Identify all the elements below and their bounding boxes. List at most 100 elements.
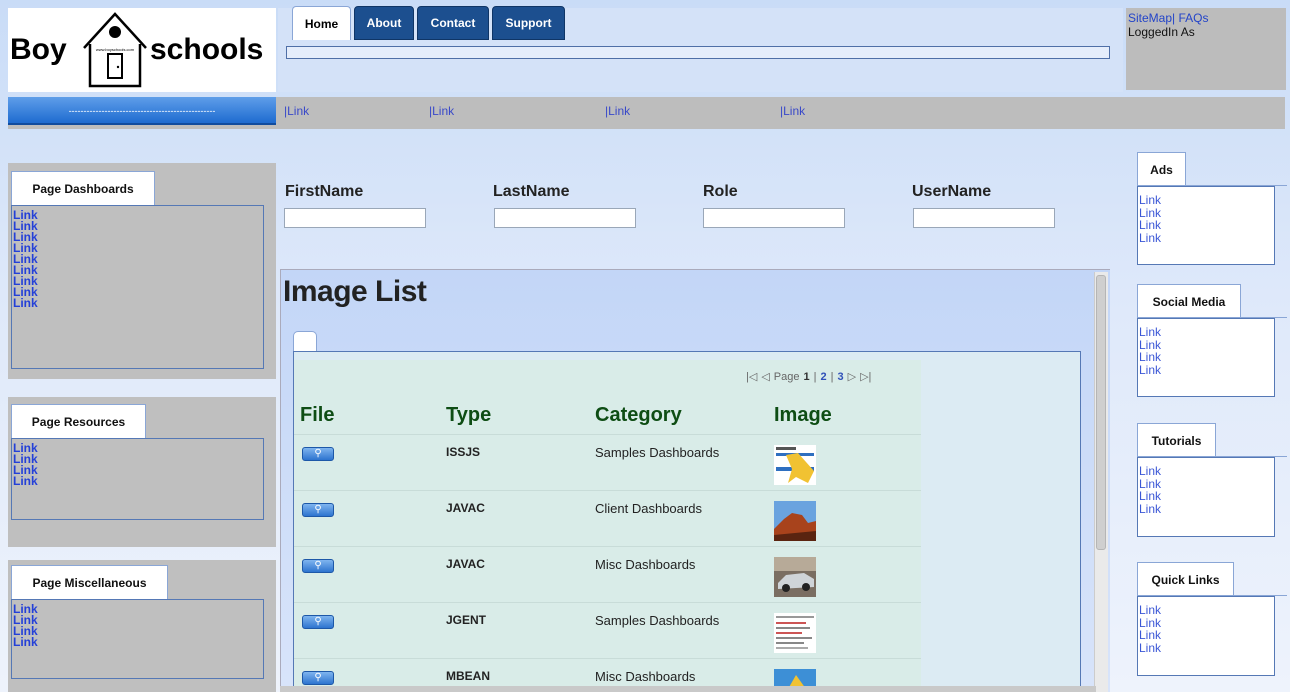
panel-title-miscellaneous[interactable]: Page Miscellaneous [11,565,168,599]
faqs-link[interactable]: FAQs [1178,11,1208,25]
panel-title-social-media[interactable]: Social Media [1137,284,1241,318]
miscellaneous-link-list: Link Link Link Link [11,599,264,679]
first-page-icon[interactable]: |◁ [746,371,757,383]
username-input[interactable] [913,208,1055,228]
bar-link-1[interactable]: |Link [284,104,309,118]
dashboards-link[interactable]: Link [13,220,263,232]
firstname-input[interactable] [284,208,426,228]
dashboards-link[interactable]: Link [13,286,263,298]
prev-page-icon[interactable]: ◁ [761,371,769,383]
panel-title-quick-links[interactable]: Quick Links [1137,562,1234,596]
row-type: MBEAN [446,669,490,683]
resources-link[interactable]: Link [13,475,263,487]
dashboards-link[interactable]: Link [13,231,263,243]
social-media-link-list: Link Link Link Link [1137,318,1275,397]
schoolhouse-icon: www.boyschools.com [83,12,147,88]
social-media-link[interactable]: Link [1139,363,1274,377]
view-file-button[interactable]: ⚲ [302,447,334,461]
tutorials-link[interactable]: Link [1139,502,1274,516]
table-row: ⚲ MBEAN Misc Dashboards [294,658,921,689]
secondary-link-bar: ----------------------------------------… [8,97,1285,129]
firstname-label: FirstName [285,183,364,200]
lastname-input[interactable] [494,208,636,228]
miscellaneous-link[interactable]: Link [13,614,263,626]
bar-link-2[interactable]: |Link [429,104,454,118]
row-thumbnail[interactable] [774,557,816,597]
miscellaneous-link[interactable]: Link [13,636,263,648]
miscellaneous-link[interactable]: Link [13,603,263,615]
logo-tiny-text: www.boyschools.com [96,47,135,52]
panel-title-tutorials[interactable]: Tutorials [1137,423,1216,457]
logged-in-label: LoggedIn As [1128,25,1195,39]
quick-links-link[interactable]: Link [1139,641,1274,655]
dashboards-link[interactable]: Link [13,264,263,276]
row-thumbnail[interactable] [774,445,816,485]
list-bottom-border [280,686,1096,692]
tab-home[interactable]: Home [292,6,351,40]
dashboards-link[interactable]: Link [13,253,263,265]
next-page-icon[interactable]: ▷ [848,371,856,383]
quick-links-link-list: Link Link Link Link [1137,596,1275,676]
role-label: Role [703,183,738,200]
panel-title-resources[interactable]: Page Resources [11,404,146,438]
tutorials-link[interactable]: Link [1139,490,1274,503]
pager-page-2[interactable]: 2 [820,371,826,383]
row-thumbnail[interactable] [774,501,816,541]
view-file-button[interactable]: ⚲ [302,503,334,517]
row-type: JAVAC [446,501,485,515]
image-list-tab[interactable] [293,331,317,353]
panel-title-ads[interactable]: Ads [1137,152,1186,186]
view-file-button[interactable]: ⚲ [302,615,334,629]
row-category: Misc Dashboards [595,557,696,572]
image-list-title: Image List [283,275,427,308]
column-header-file[interactable]: File [300,404,334,427]
role-input[interactable] [703,208,845,228]
dashboards-link[interactable]: Link [13,297,263,309]
view-file-button[interactable]: ⚲ [302,671,334,685]
ads-link[interactable]: Link [1139,231,1274,245]
pager-label: Page [773,371,800,383]
miscellaneous-link[interactable]: Link [13,625,263,637]
dashboards-link[interactable]: Link [13,242,263,254]
resources-link[interactable]: Link [13,453,263,465]
tutorials-link[interactable]: Link [1139,465,1274,478]
tab-support[interactable]: Support [492,6,565,40]
site-logo[interactable]: Boy www.boyschools.com schools [8,8,276,92]
ads-link[interactable]: Link [1139,194,1274,207]
social-media-link[interactable]: Link [1139,326,1274,339]
tab-contact[interactable]: Contact [417,6,489,40]
dashboards-link-list: Link Link Link Link Link Link Link Link … [11,205,264,369]
social-media-link[interactable]: Link [1139,351,1274,364]
pager-page-3[interactable]: 3 [837,371,843,383]
view-file-button[interactable]: ⚲ [302,559,334,573]
column-header-category[interactable]: Category [595,404,682,427]
tab-about[interactable]: About [354,6,414,40]
dashboards-link[interactable]: Link [13,275,263,287]
ads-link-list: Link Link Link Link [1137,186,1275,265]
last-page-icon[interactable]: ▷| [860,371,871,383]
row-category: Samples Dashboards [595,445,720,460]
bar-link-4[interactable]: |Link [780,104,805,118]
bar-link-3[interactable]: |Link [605,104,630,118]
scrollbar-thumb[interactable] [1096,275,1106,550]
row-type: ISSJS [446,445,481,459]
quick-links-link[interactable]: Link [1139,629,1274,642]
pager-page-1[interactable]: 1 [804,371,810,383]
resources-link-list: Link Link Link Link [11,438,264,520]
username-label: UserName [912,183,992,200]
row-thumbnail[interactable] [774,613,816,653]
column-header-image[interactable]: Image [774,404,832,427]
panel-title-dashboards[interactable]: Page Dashboards [11,171,155,205]
column-header-type[interactable]: Type [446,404,491,427]
blue-bar-block: ----------------------------------------… [8,97,276,125]
quick-links-link[interactable]: Link [1139,604,1274,617]
dashboards-link[interactable]: Link [13,209,263,221]
ads-link[interactable]: Link [1139,219,1274,232]
tab-content-strip [286,46,1110,59]
resources-link[interactable]: Link [13,464,263,476]
pager: |◁ ◁ Page 1 | 2 | 3 ▷ ▷| [746,371,872,383]
sitemap-link[interactable]: SiteMap [1128,11,1172,25]
table-row: ⚲ JAVAC Misc Dashboards [294,546,921,602]
resources-link[interactable]: Link [13,442,263,454]
row-type: JGENT [446,613,487,627]
